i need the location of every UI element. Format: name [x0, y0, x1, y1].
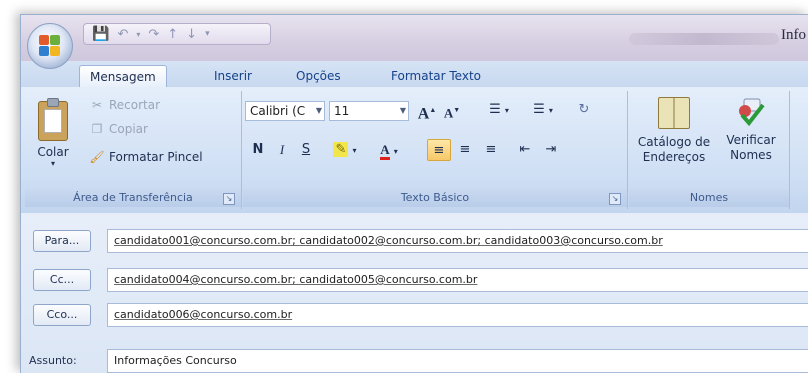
to-button[interactable]: Para... [33, 230, 91, 252]
undo-icon[interactable]: ↶ [117, 27, 128, 42]
bcc-button[interactable]: Cco... [33, 304, 91, 326]
cut-icon: ✂ [91, 98, 103, 112]
basic-text-group-label: Texto Básico [243, 189, 627, 207]
title-bar: 💾 ↶ ▾ ↷ ↑ ↓ ▾ Info [21, 15, 808, 61]
grow-font-button[interactable]: A▲ [415, 99, 439, 123]
clipboard-group: Colar ▾ ✂ Recortar ❐ Copiar 🖌 Formatar Pinc… [25, 91, 242, 209]
subject-label: Assunto: [29, 354, 77, 367]
underline-button[interactable]: S [295, 139, 317, 161]
check-names-label: Verificar Nomes [726, 133, 776, 162]
ribbon-tabs: Mensagem Inserir Opções Formatar Texto [21, 61, 808, 89]
align-center-button[interactable]: ≡ [453, 139, 477, 161]
cc-button[interactable]: Cc... [33, 269, 91, 291]
copy-label: Copiar [109, 122, 148, 136]
window-title: Info [781, 27, 806, 43]
bold-button[interactable]: N [247, 139, 269, 161]
cut-button[interactable]: ✂ Recortar [89, 95, 160, 115]
save-icon[interactable]: 💾 [92, 26, 109, 42]
chevron-down-icon: ▼ [315, 106, 322, 115]
highlight-icon: ✎ [333, 142, 349, 157]
font-name-combo[interactable]: Calibri (C ▼ [245, 101, 325, 121]
names-group-label: Nomes [629, 189, 789, 207]
tab-opcoes[interactable]: Opções [286, 65, 351, 87]
tab-mensagem[interactable]: Mensagem [79, 65, 167, 89]
chevron-down-icon: ▾ [352, 146, 357, 155]
cc-value: candidato004@concurso.com.br; candidato0… [114, 273, 478, 286]
font-color-label: A [380, 142, 390, 160]
align-left-button[interactable]: ≡ [427, 139, 451, 161]
bcc-field[interactable]: candidato006@concurso.com.br [107, 303, 808, 327]
paste-dropdown-icon[interactable]: ▾ [33, 159, 73, 168]
ribbon: Colar ▾ ✂ Recortar ❐ Copiar 🖌 Formatar Pinc… [21, 87, 808, 214]
address-book-icon [658, 97, 690, 129]
tab-formatar-texto[interactable]: Formatar Texto [381, 65, 491, 87]
office-button-icon [39, 35, 61, 57]
title-blurred-text [629, 33, 779, 45]
format-painter-icon: 🖌 [89, 150, 105, 164]
subject-field[interactable]: Informações Concurso [107, 349, 808, 373]
decrease-indent-icon: ⇤ [519, 142, 531, 157]
align-left-icon: ≡ [433, 143, 445, 158]
clipboard-group-label: Área de Transferência [25, 189, 241, 207]
format-painter-button[interactable]: 🖌 Formatar Pincel [89, 147, 203, 167]
office-button[interactable] [27, 23, 73, 69]
address-book-label: Catálogo de Endereços [637, 135, 711, 164]
align-right-icon: ≡ [485, 142, 497, 157]
paste-button[interactable]: Colar ▾ [33, 98, 73, 168]
font-size-value: 11 [334, 104, 350, 118]
chevron-down-icon: ▼ [399, 106, 406, 115]
numbering-icon: ☰ [533, 102, 545, 117]
increase-indent-icon: ⇥ [545, 142, 557, 157]
basic-text-group: Calibri (C ▼ 11 ▼ A▲ A▼ ☰ ▾ ☰ ▾ ↻ N I S … [243, 91, 628, 209]
font-name-value: Calibri (C [250, 104, 306, 118]
tab-inserir[interactable]: Inserir [204, 65, 262, 87]
align-center-icon: ≡ [459, 142, 471, 157]
shrink-font-label: A [443, 105, 454, 121]
to-field[interactable]: candidato001@concurso.com.br; candidato0… [107, 229, 808, 253]
subject-value: Informações Concurso [114, 354, 237, 367]
highlight-button[interactable]: ✎ ▾ [325, 139, 365, 161]
italic-button[interactable]: I [271, 139, 293, 161]
clipboard-launcher-icon[interactable]: ↘ [223, 193, 235, 205]
styles-button[interactable]: ↻ [571, 99, 597, 121]
paste-label: Colar [37, 145, 69, 159]
check-names-icon [736, 97, 766, 127]
bullets-button[interactable]: ☰ ▾ [479, 99, 519, 121]
next-group-partial [791, 91, 808, 209]
font-color-button[interactable]: A ▾ [369, 139, 409, 161]
arrow-down-icon[interactable]: ↓ [186, 27, 197, 42]
arrow-up-icon[interactable]: ↑ [167, 27, 178, 42]
basic-text-launcher-icon[interactable]: ↘ [609, 193, 621, 205]
shrink-font-button[interactable]: A▼ [441, 99, 463, 121]
format-painter-label: Formatar Pincel [109, 150, 203, 164]
undo-dropdown-icon[interactable]: ▾ [136, 30, 140, 39]
to-value: candidato001@concurso.com.br; candidato0… [114, 234, 663, 247]
bcc-value: candidato006@concurso.com.br [114, 308, 293, 321]
align-right-button[interactable]: ≡ [479, 139, 503, 161]
cc-field[interactable]: candidato004@concurso.com.br; candidato0… [107, 268, 808, 292]
cut-label: Recortar [109, 98, 161, 112]
quick-access-toolbar: 💾 ↶ ▾ ↷ ↑ ↓ ▾ [83, 23, 271, 45]
paste-icon [38, 98, 68, 141]
numbering-button[interactable]: ☰ ▾ [523, 99, 563, 121]
grow-font-label: A [417, 105, 430, 123]
copy-icon: ❐ [91, 122, 103, 136]
chevron-down-icon: ▾ [504, 106, 509, 115]
styles-icon: ↻ [578, 102, 590, 117]
qat-customize-icon[interactable]: ▾ [205, 29, 210, 39]
chevron-down-icon: ▾ [393, 147, 398, 156]
chevron-down-icon: ▾ [548, 106, 553, 115]
copy-button[interactable]: ❐ Copiar [89, 119, 148, 139]
redo-icon[interactable]: ↷ [148, 27, 159, 42]
bullets-icon: ☰ [489, 102, 501, 117]
font-size-combo[interactable]: 11 ▼ [329, 101, 409, 121]
address-book-button[interactable]: Catálogo de Endereços [629, 97, 719, 165]
names-group: Catálogo de Endereços Verificar Nomes No… [629, 91, 790, 209]
check-names-button[interactable]: Verificar Nomes [717, 97, 785, 163]
outlook-message-window: 💾 ↶ ▾ ↷ ↑ ↓ ▾ Info Mensagem Inserir Opçõ… [20, 14, 808, 373]
decrease-indent-button[interactable]: ⇤ [513, 139, 537, 161]
increase-indent-button[interactable]: ⇥ [539, 139, 563, 161]
address-area: Para... candidato001@concurso.com.br; ca… [21, 213, 808, 373]
